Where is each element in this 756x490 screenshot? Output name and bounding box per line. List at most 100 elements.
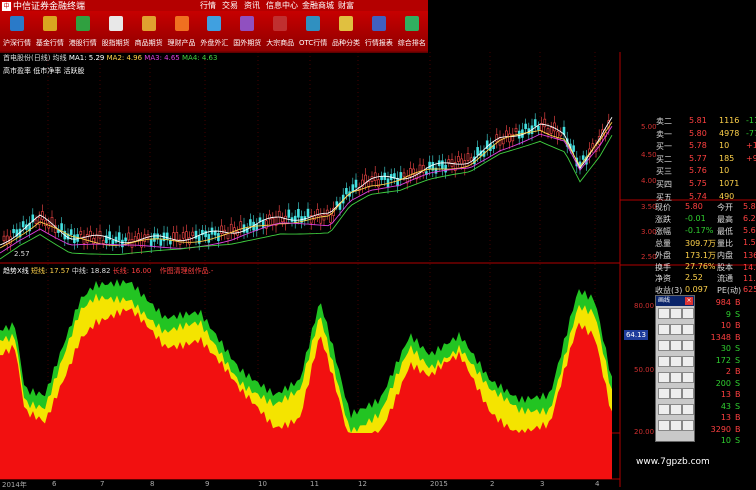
order-book-row: 买一 5.78 10 +10 [656,141,756,153]
chart-canvas[interactable] [0,0,756,487]
up-arrow-icon[interactable] [682,404,694,415]
stat-label: 总量 [655,238,671,248]
order-volume: 1071 [719,179,740,188]
ma2-line [0,121,613,249]
candle [121,239,124,248]
grid-icon[interactable] [670,420,682,431]
stat-value: 625.9 [743,285,756,295]
candle [441,160,444,169]
order-label: 买一 [656,142,672,152]
delete-icon[interactable] [670,404,682,415]
candle [44,219,47,226]
tick-trade-row: 172 S [705,356,755,367]
fib-icon[interactable] [682,340,694,351]
candle [117,232,121,241]
close-icon[interactable]: × [685,297,693,305]
trade-volume: 1348 [710,332,731,342]
circle-icon[interactable] [670,356,682,367]
stat-label: 最高 [717,214,733,224]
rect-icon[interactable] [658,388,670,399]
draw-tool-title: 画线 [658,297,671,304]
order-label: 卖一 [656,129,672,139]
candle [153,233,156,242]
quote-stat-row: 外盘 173.1万内盘 136.7万 [655,250,756,261]
order-price: 5.81 [689,116,707,125]
x-axis-tick: 2014年 [2,481,27,489]
candle [185,231,188,240]
candle [204,230,207,238]
gann-icon[interactable] [658,356,670,367]
candle [197,235,201,244]
parallel-icon[interactable] [658,340,670,351]
candle [524,123,527,130]
candle [354,179,358,188]
cycle-icon[interactable] [658,372,670,383]
ellipse-icon[interactable] [682,356,694,367]
channel-icon[interactable] [682,324,694,335]
trade-side: B [735,390,741,399]
chart-header: 首电股份(日线) 均线 MA1: 5.29 MA2: 4.96 MA3: 4.6… [3,53,217,63]
period-icon[interactable] [682,388,694,399]
candle [220,225,223,234]
ray-icon[interactable] [682,308,694,319]
trade-side: S [735,436,741,445]
draw-tool-title-bar[interactable]: 画线 × [656,296,694,306]
text-icon[interactable] [682,372,694,383]
stat-label: 换手 [655,262,671,272]
short-line-label: 短线: 17.57 [31,267,70,275]
candle [149,239,153,247]
ruler-icon[interactable] [682,420,694,431]
arrow-icon[interactable] [670,324,682,335]
candle [508,133,511,143]
order-volume: 185 [719,153,735,163]
candle [457,156,460,162]
order-book-row: 卖一 5.80 4978 -77 [656,129,756,141]
trade-volume: 984 [715,298,731,307]
mid-line-label: 中线: 18.82 [71,267,111,275]
order-label: 买二 [656,154,672,164]
candle [175,232,179,241]
segment-icon[interactable] [658,324,670,335]
indicator-value-badge: 64.13 [624,330,648,340]
watermark: www.7gpzb.com [636,457,710,467]
candle [213,230,217,236]
order-change: +9 [746,153,756,163]
candle [277,210,281,218]
candle [101,240,105,244]
stat-value: 173.1万 [685,250,716,260]
wave-icon[interactable] [670,388,682,399]
trade-side: S [735,344,741,353]
candle [399,172,403,180]
candle [169,240,172,245]
order-volume: 10 [719,141,730,151]
candle [2,235,6,242]
mark-icon[interactable] [658,404,670,415]
candle [165,232,169,240]
tick-trade-row: 2B [705,367,755,378]
stat-value: 27.76% [685,261,716,271]
trade-side: B [735,332,741,342]
trade-side: S [735,401,741,411]
candle [329,214,332,223]
quote-stat-row: 净资 2.52 流通 11.2亿 [655,273,756,284]
cursor-icon[interactable] [658,308,670,319]
down-arrow-icon[interactable] [658,420,670,431]
candle [293,215,297,223]
arc-icon[interactable] [670,372,682,383]
candle [229,223,233,233]
candle [591,143,595,149]
stat-value: 2.52 [685,273,703,283]
candle [581,155,585,160]
candle [261,219,265,228]
candle [549,127,553,134]
trade-volume: 200 [715,378,731,388]
trade-volume: 10 [720,436,731,445]
draw-tool-panel[interactable]: 画线 × [655,295,695,442]
line-icon[interactable] [670,308,682,319]
candle [335,201,339,206]
candle [127,232,131,241]
order-label: 买三 [656,167,672,177]
fan-icon[interactable] [670,340,682,351]
candle [249,219,252,226]
ma3-label: MA3: 4.65 [144,54,180,62]
